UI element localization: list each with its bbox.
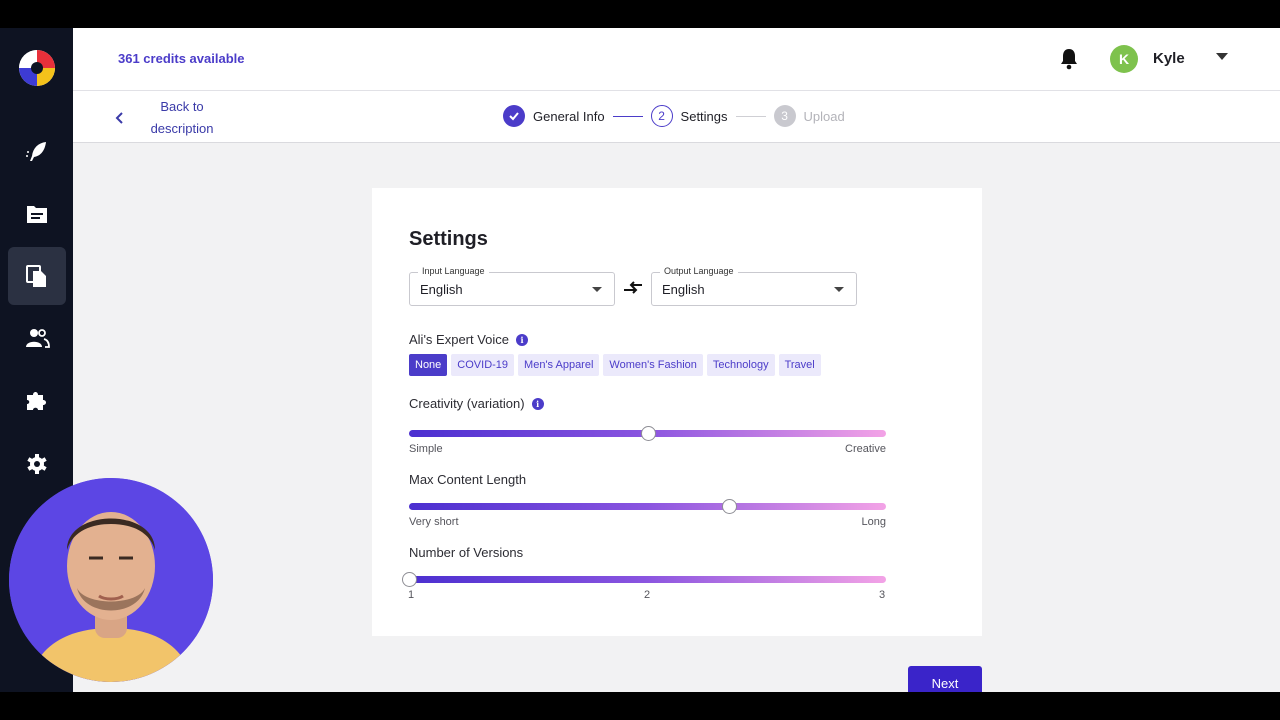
users-icon [26,329,50,348]
check-icon [509,112,519,121]
expert-voice-options: None COVID-19 Men's Apparel Women's Fash… [409,354,821,376]
swap-arrows-icon[interactable] [622,279,644,297]
step-2-label[interactable]: Settings [681,109,728,124]
info-icon[interactable]: i [516,333,529,346]
creativity-slider-thumb[interactable] [640,426,656,441]
presenter-webcam [9,478,213,682]
creativity-field: Creativity (variation) i [409,396,544,411]
versions-tick-3: 3 [879,589,886,601]
settings-card: Settings Input Language English Output L… [372,188,982,636]
back-label-line1: Back to [160,99,204,114]
max-length-slider-thumb[interactable] [721,499,737,514]
versions-slider[interactable] [402,572,886,587]
output-language-value: English [662,282,705,297]
output-language-select[interactable]: Output Language English [651,266,857,306]
creativity-label: Creativity (variation) [409,396,525,411]
credits-counter: 361 credits available [118,51,245,66]
avatar[interactable]: K [1110,45,1138,73]
gear-icon [27,454,47,474]
sidebar-item-write[interactable] [8,123,66,181]
document-icon [27,206,47,223]
bell-icon[interactable] [1059,48,1079,70]
max-length-min-label: Very short [409,516,459,528]
chevron-left-icon [115,112,123,124]
input-language-label: Input Language [418,266,489,276]
max-length-field: Max Content Length [409,472,526,487]
voice-chip-none[interactable]: None [409,354,448,376]
max-length-slider[interactable] [409,499,886,514]
chevron-down-icon[interactable] [1216,53,1228,60]
sidebar-item-team[interactable] [8,309,66,367]
page-title: Settings [409,228,488,250]
versions-slider-thumb[interactable] [402,572,417,587]
top-bar: 361 credits available K Kyle [73,28,1280,91]
step-3-label: Upload [803,108,845,124]
sidebar-item-descriptions[interactable] [8,185,66,243]
stepper: General Info 2 Settings 3 Upload [503,105,845,127]
puzzle-icon [27,392,46,410]
voice-chip-womens-fashion[interactable]: Women's Fashion [603,354,703,376]
sidebar-item-bulk[interactable] [8,247,66,305]
max-length-label: Max Content Length [409,472,527,487]
voice-chip-travel[interactable]: Travel [778,354,821,376]
next-button[interactable]: Next [908,666,982,692]
output-language-label: Output Language [660,266,738,276]
back-label-line2: description [150,121,214,136]
sidebar-item-settings[interactable] [8,435,66,493]
creativity-max-label: Creative [845,443,886,455]
versions-label: Number of Versions [409,545,524,560]
voice-chip-technology[interactable]: Technology [706,354,775,376]
step-2-number[interactable]: 2 [650,105,673,127]
chevron-down-icon [592,287,602,292]
voice-chip-covid[interactable]: COVID-19 [451,354,515,376]
app-frame: 361 credits available K Kyle Back to des… [0,28,1280,692]
back-label: Back to description [147,96,217,140]
expert-voice-label: Ali's Expert Voice [409,332,510,347]
voice-chip-mens-apparel[interactable]: Men's Apparel [518,354,600,376]
creativity-slider[interactable] [409,426,886,441]
input-language-select[interactable]: Input Language English [409,266,615,306]
feather-icon [26,142,46,161]
versions-tick-1: 1 [408,589,415,601]
chevron-down-icon [834,287,844,292]
input-language-value: English [420,282,463,297]
sidebar-item-integrations[interactable] [8,371,66,429]
step-connector [735,115,766,117]
app-logo[interactable] [17,48,57,88]
step-1-done[interactable] [503,105,525,127]
info-icon[interactable]: i [531,397,544,410]
step-connector [612,115,643,117]
expert-voice-field: Ali's Expert Voice i [409,332,529,347]
step-3-number: 3 [773,105,796,127]
creativity-min-label: Simple [409,443,443,455]
max-length-max-label: Long [861,516,886,528]
user-name[interactable]: Kyle [1153,50,1185,67]
copy-files-icon [26,265,46,287]
back-to-description-link[interactable]: Back to description [113,96,217,140]
versions-tick-2: 2 [644,589,651,601]
sub-bar: Back to description General Info 2 Setti… [73,91,1280,143]
versions-field: Number of Versions [409,545,523,560]
step-1-label[interactable]: General Info [533,109,605,124]
